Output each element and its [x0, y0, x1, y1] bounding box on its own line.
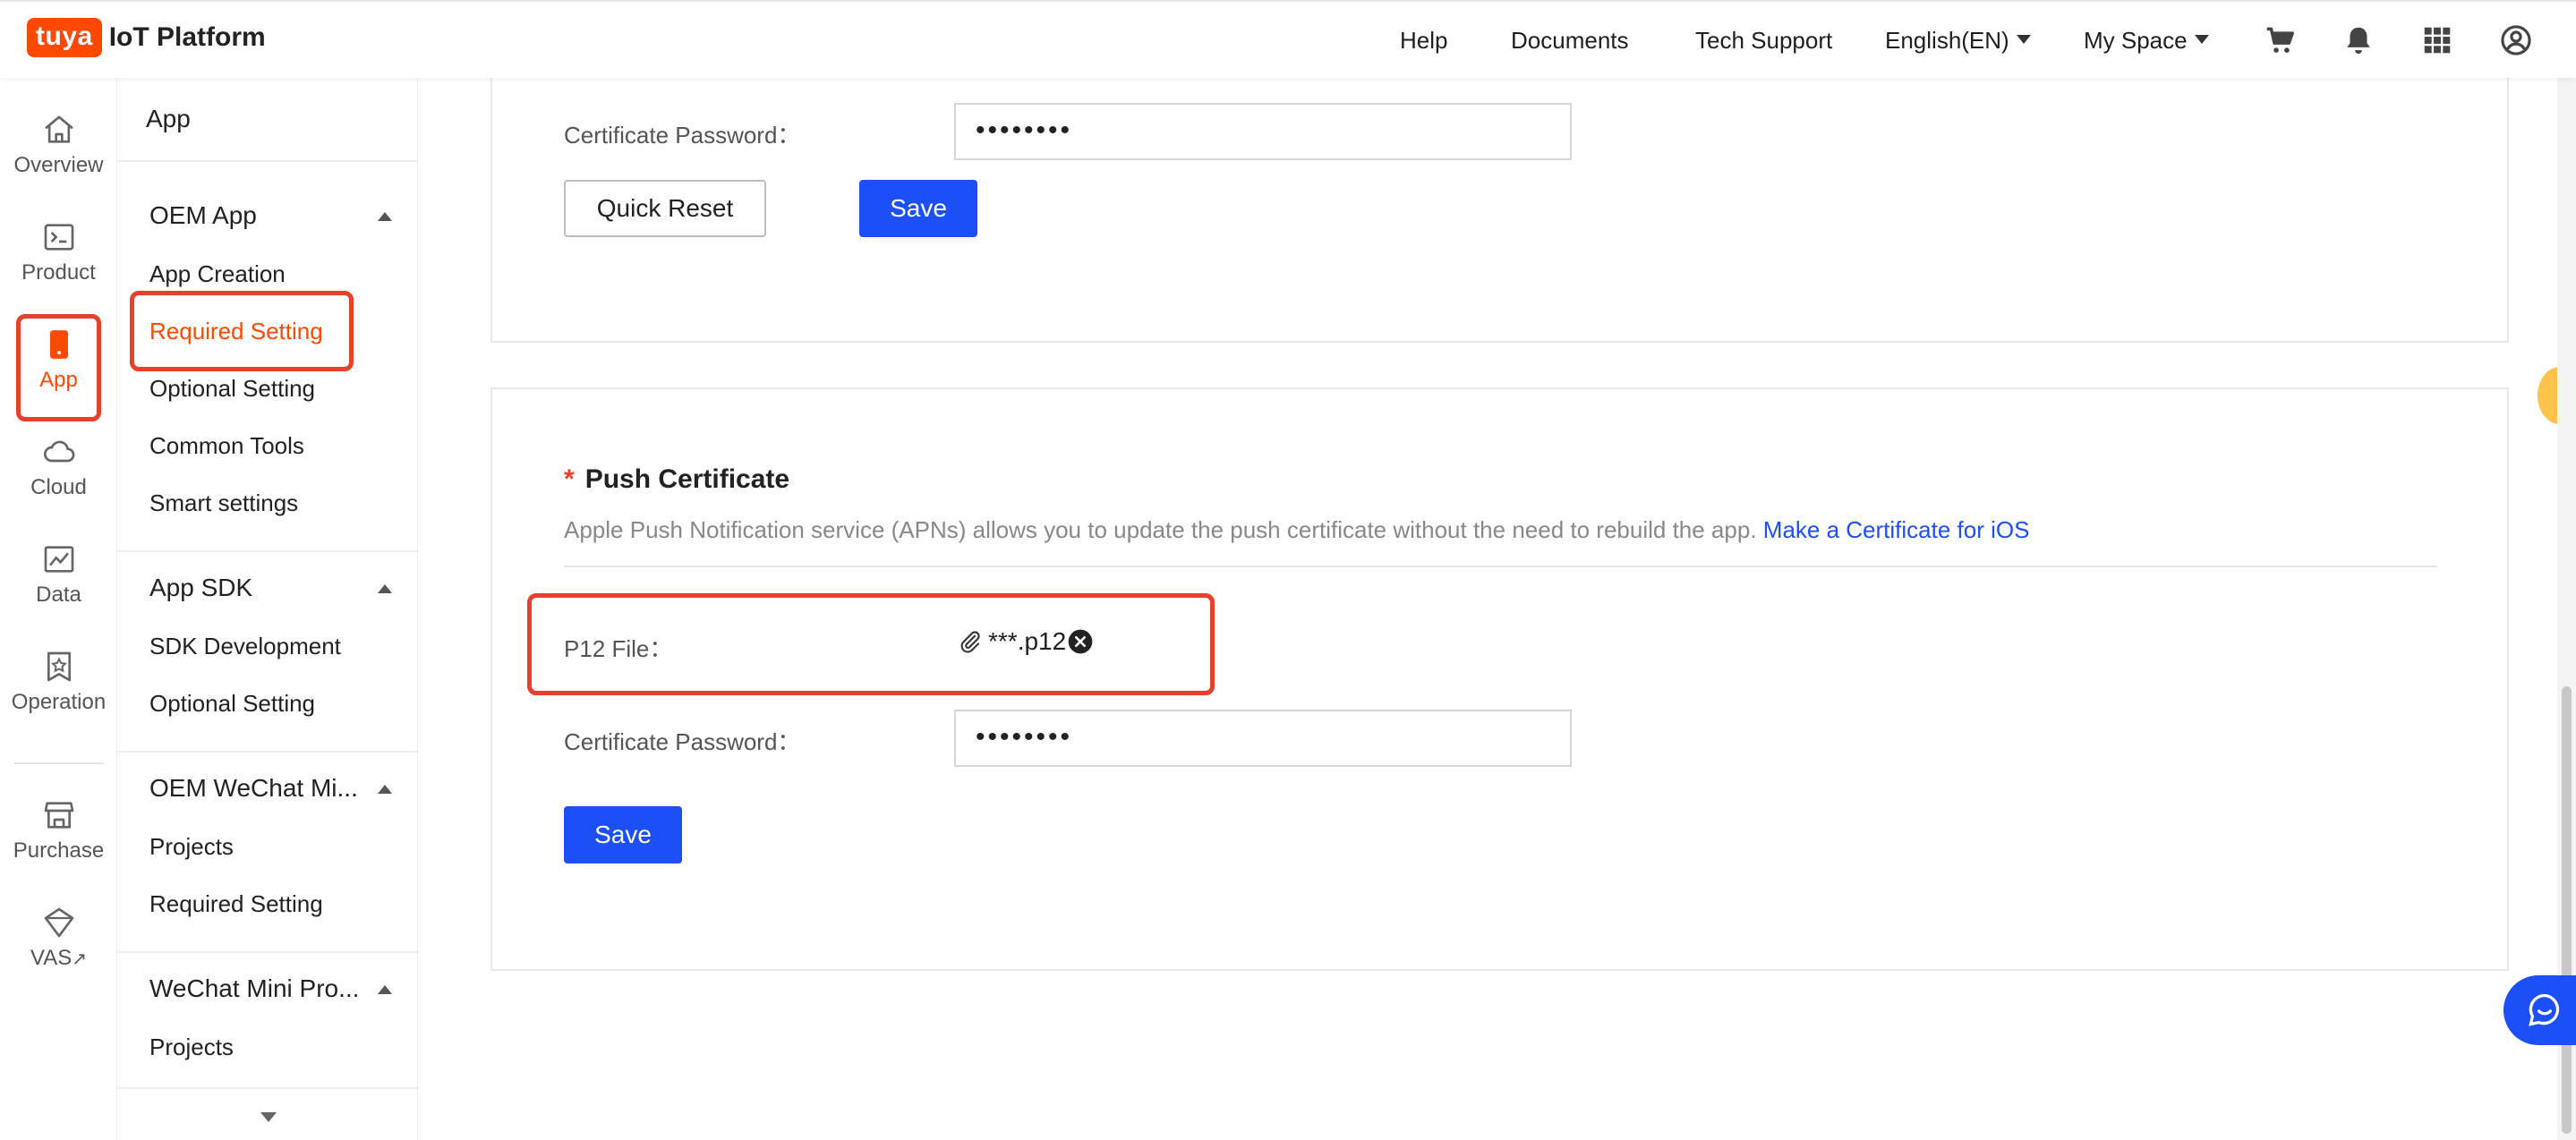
logo-badge: tuya	[27, 18, 102, 57]
rail-divider	[14, 762, 104, 764]
rail-item-overview[interactable]: Overview	[0, 112, 117, 178]
required-mark: *	[564, 464, 575, 494]
section-description: Apple Push Notification service (APNs) a…	[564, 516, 2029, 544]
terminal-icon	[44, 224, 73, 251]
rail-item-product[interactable]: Product	[0, 219, 117, 285]
rail-item-label: VAS	[30, 946, 73, 970]
home-icon	[44, 115, 73, 143]
group-app-sdk[interactable]: App SDK	[149, 574, 382, 602]
rail-item-purchase[interactable]: Purchase	[0, 797, 117, 864]
apps-grid-icon[interactable]	[2420, 23, 2454, 57]
secondary-menu: App OEM App App Creation Required Settin…	[117, 78, 418, 1140]
external-link-icon: ↗	[72, 949, 87, 969]
space-selector[interactable]: My Space	[2084, 27, 2209, 55]
menu-common-tools[interactable]: Common Tools	[149, 432, 304, 460]
chart-icon	[44, 546, 73, 573]
submenu-divider	[117, 1087, 418, 1089]
certificate-password-input[interactable]: ••••••••	[954, 103, 1572, 160]
primary-nav-rail: Overview Product App Cloud Data Operatio…	[0, 78, 117, 1140]
nav-tech-support[interactable]: Tech Support	[1695, 27, 1832, 55]
chevron-up-icon[interactable]	[378, 212, 392, 221]
rail-item-data[interactable]: Data	[0, 541, 117, 608]
nav-help[interactable]: Help	[1400, 27, 1447, 55]
submenu-divider	[117, 951, 418, 953]
cart-icon[interactable]	[2263, 23, 2297, 57]
scroll-down-icon[interactable]	[260, 1112, 277, 1122]
group-oem-app[interactable]: OEM App	[149, 201, 382, 230]
submenu-title: App	[146, 105, 191, 132]
chevron-down-icon	[2194, 35, 2209, 44]
store-icon	[44, 802, 73, 829]
rail-item-label: Operation	[11, 690, 107, 714]
menu-wechat-projects[interactable]: Projects	[149, 833, 234, 861]
certificate-card-top: Certificate Password： •••••••• Quick Res…	[490, 69, 2509, 343]
chat-icon	[2529, 993, 2560, 1026]
save-push-certificate-button[interactable]: Save	[564, 806, 682, 864]
rail-item-operation[interactable]: Operation	[0, 649, 117, 715]
section-title-text: Push Certificate	[584, 464, 790, 494]
tuya-logo[interactable]: tuya IoT Platform	[27, 18, 266, 57]
rail-item-label: Product	[21, 260, 96, 285]
quick-reset-button[interactable]: Quick Reset	[564, 180, 766, 237]
make-certificate-link[interactable]: Make a Certificate for iOS	[1763, 516, 2030, 543]
main-content: Certificate Password： •••••••• Quick Res…	[418, 69, 2557, 1140]
certificate-password-label: Certificate Password：	[564, 728, 801, 755]
rail-item-cloud[interactable]: Cloud	[0, 434, 117, 500]
submenu-divider	[117, 160, 418, 162]
logo-text: IoT Platform	[108, 22, 266, 52]
app-highlight-box	[16, 314, 101, 421]
badge-icon	[47, 651, 71, 682]
menu-mini-program-projects[interactable]: Projects	[149, 1034, 234, 1061]
section-title: * Push Certificate	[564, 464, 789, 495]
section-divider	[564, 566, 2437, 567]
chevron-up-icon[interactable]	[378, 785, 392, 794]
certificate-password-input[interactable]: ••••••••	[954, 710, 1572, 767]
submenu-divider	[117, 751, 418, 753]
menu-optional-setting[interactable]: Optional Setting	[149, 375, 315, 403]
p12-file-highlight-box	[527, 593, 1215, 695]
group-oem-wechat[interactable]: OEM WeChat Mi...	[149, 774, 382, 803]
chat-support-button[interactable]	[2503, 975, 2576, 1045]
rail-item-label: Data	[36, 583, 81, 607]
chevron-up-icon[interactable]	[378, 584, 392, 593]
rail-item-label: Overview	[13, 153, 104, 177]
save-button[interactable]: Save	[859, 180, 977, 237]
menu-app-creation[interactable]: App Creation	[149, 260, 286, 288]
bell-icon[interactable]	[2341, 23, 2376, 57]
rail-item-vas[interactable]: VAS↗	[0, 905, 117, 971]
rail-item-label: Cloud	[30, 475, 87, 499]
menu-smart-settings[interactable]: Smart settings	[149, 489, 298, 517]
group-wechat-mini-program[interactable]: WeChat Mini Pro...	[149, 974, 382, 1003]
chevron-down-icon	[2016, 35, 2031, 44]
certificate-password-label: Certificate Password：	[564, 122, 801, 149]
required-setting-highlight-box	[130, 291, 354, 371]
diamond-icon	[44, 907, 73, 938]
rail-item-label: Purchase	[13, 838, 105, 863]
menu-sdk-optional-setting[interactable]: Optional Setting	[149, 690, 315, 718]
cloud-icon	[43, 440, 74, 463]
nav-documents[interactable]: Documents	[1511, 27, 1629, 55]
language-selector[interactable]: English(EN)	[1885, 27, 2031, 55]
submenu-divider	[117, 550, 418, 552]
chevron-up-icon[interactable]	[378, 985, 392, 994]
menu-sdk-development[interactable]: SDK Development	[149, 633, 341, 660]
language-label: English(EN)	[1885, 27, 2009, 54]
space-label: My Space	[2084, 27, 2188, 54]
description-text: Apple Push Notification service (APNs) a…	[564, 516, 1757, 543]
top-header: tuya IoT Platform Help Documents Tech Su…	[0, 0, 2576, 78]
scrollbar-thumb[interactable]	[2562, 686, 2572, 1134]
menu-wechat-required-setting[interactable]: Required Setting	[149, 890, 323, 918]
user-avatar-icon[interactable]	[2499, 23, 2533, 57]
